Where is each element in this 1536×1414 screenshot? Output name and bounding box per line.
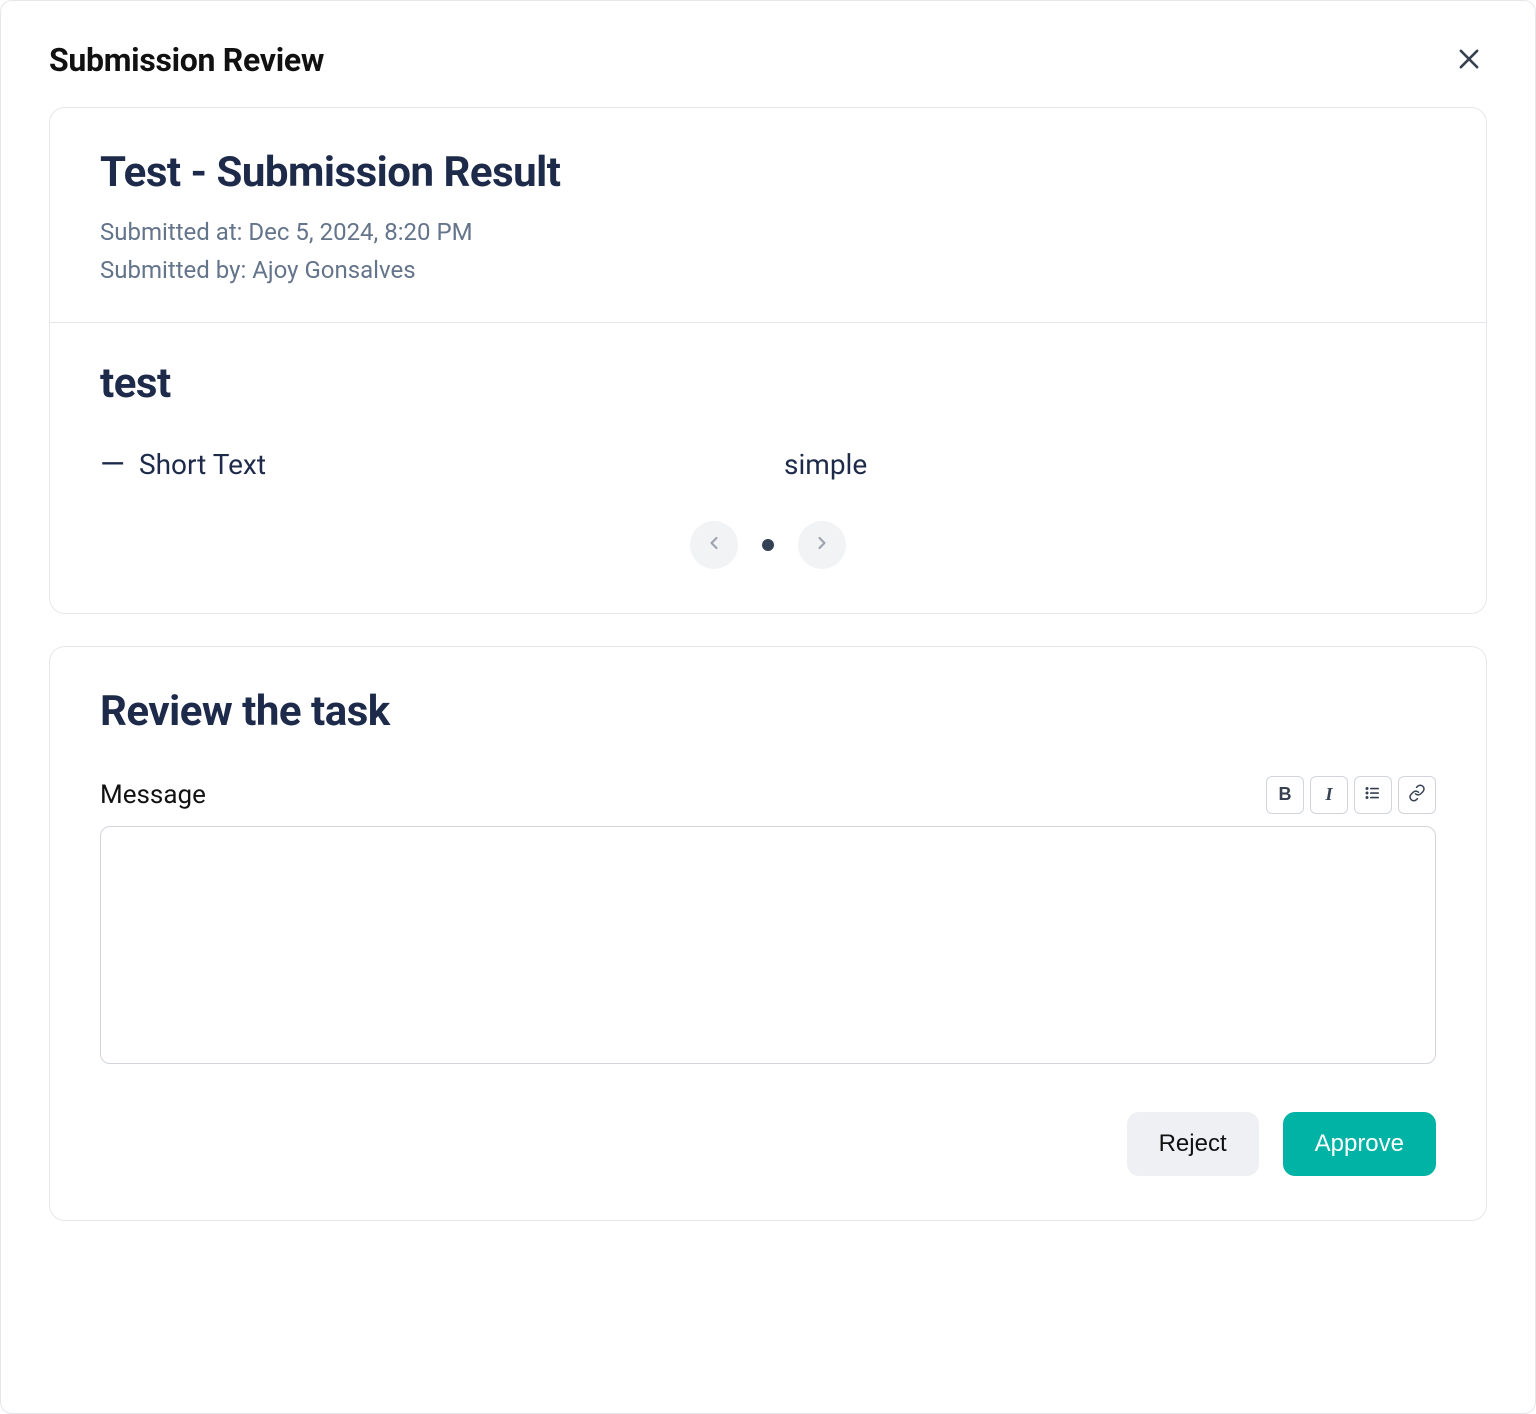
italic-button[interactable]: I (1310, 776, 1348, 814)
link-button[interactable] (1398, 776, 1436, 814)
submitted-by: Submitted by: Ajoy Gonsalves (100, 251, 1436, 289)
approve-button[interactable]: Approve (1283, 1112, 1436, 1176)
bold-button[interactable]: B (1266, 776, 1304, 814)
editor-toolbar: B I (1266, 776, 1436, 814)
modal-title: Submission Review (49, 41, 324, 79)
review-card: Review the task Message B I (49, 646, 1487, 1221)
review-actions: Reject Approve (100, 1112, 1436, 1176)
result-title: Test - Submission Result (100, 148, 1436, 197)
link-icon (1408, 784, 1426, 806)
chevron-right-icon (812, 533, 832, 556)
review-title: Review the task (100, 687, 1436, 736)
pager-dot (762, 539, 774, 551)
field-label: Short Text (139, 448, 266, 481)
submitted-at: Submitted at: Dec 5, 2024, 8:20 PM (100, 213, 1436, 251)
result-header: Test - Submission Result Submitted at: D… (50, 108, 1486, 323)
pager (100, 481, 1436, 583)
list-button[interactable] (1354, 776, 1392, 814)
pager-prev-button[interactable] (690, 521, 738, 569)
reject-button[interactable]: Reject (1127, 1112, 1259, 1176)
field-value: simple (784, 448, 867, 481)
list-icon (1364, 784, 1382, 806)
field-left: — Short Text (100, 448, 768, 481)
submission-result-card: Test - Submission Result Submitted at: D… (49, 107, 1487, 614)
chevron-left-icon (704, 533, 724, 556)
close-icon (1455, 61, 1483, 76)
message-label: Message (100, 780, 206, 810)
modal-header: Submission Review (49, 41, 1487, 79)
pager-next-button[interactable] (798, 521, 846, 569)
close-button[interactable] (1451, 41, 1487, 77)
short-text-icon: — (100, 448, 125, 480)
section-title: test (100, 359, 1436, 408)
message-header-row: Message B I (100, 776, 1436, 814)
result-body: test — Short Text simple (50, 323, 1486, 613)
field-row: — Short Text simple (100, 448, 1436, 481)
message-input[interactable] (100, 826, 1436, 1064)
submission-review-modal: Submission Review Test - Submission Resu… (0, 0, 1536, 1414)
